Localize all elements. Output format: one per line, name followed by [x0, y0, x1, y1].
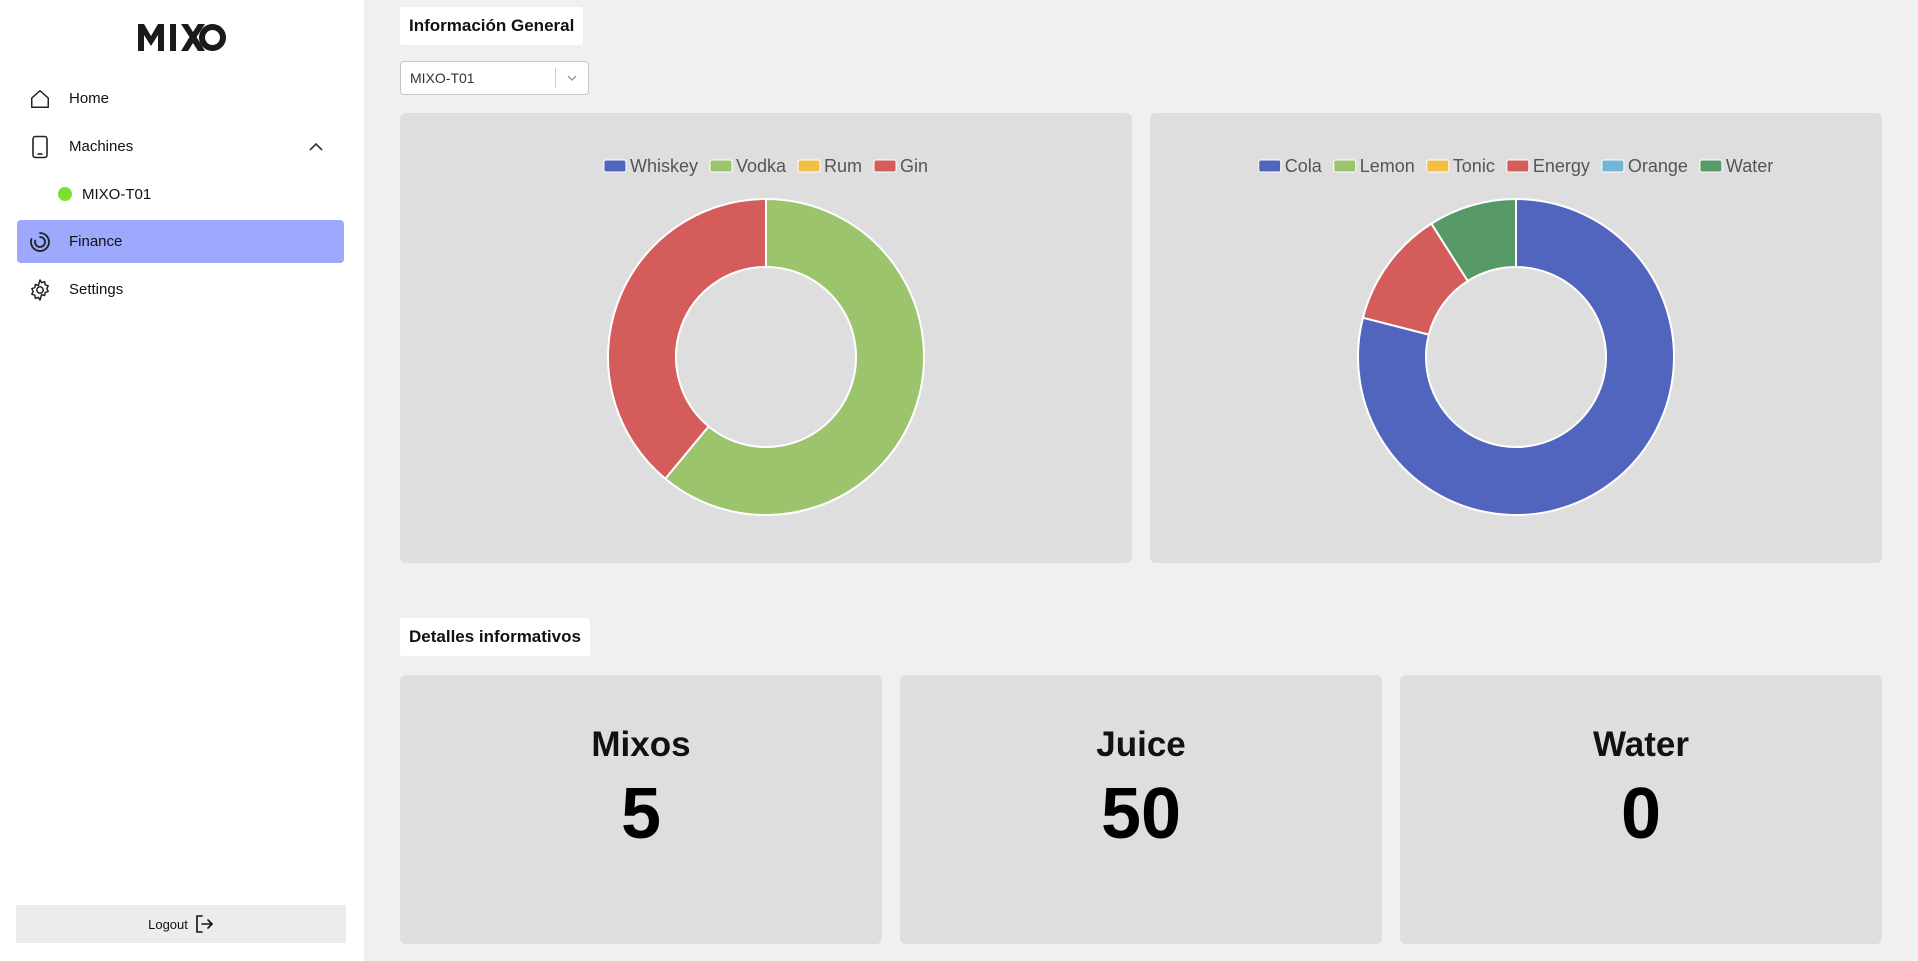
spiral-icon — [27, 229, 53, 255]
stat-card-water: Water 0 — [1400, 675, 1882, 944]
section-title-general: Información General — [400, 7, 584, 45]
legend-swatch-whiskey — [603, 159, 627, 173]
sidebar-machine-mixo-t01[interactable]: MIXO-T01 — [58, 182, 151, 206]
legend-label-rum: Rum — [824, 156, 862, 176]
logout-label: Logout — [148, 916, 188, 932]
sidebar-item-finance[interactable]: Finance — [17, 220, 344, 263]
legend-label-tonic: Tonic — [1453, 156, 1495, 176]
section-title-details: Detalles informativos — [400, 618, 590, 656]
machine-select-value: MIXO-T01 — [410, 70, 475, 86]
sidebar-item-settings[interactable]: Settings — [17, 268, 344, 311]
legend-label-whiskey: Whiskey — [630, 156, 698, 176]
machine-label: MIXO-T01 — [82, 185, 152, 203]
legend-swatch-rum — [797, 159, 821, 173]
legend-swatch-orange — [1601, 159, 1625, 173]
legend-swatch-lemon — [1333, 159, 1357, 173]
chart-legend: Whiskey Vodka Rum Gin — [603, 156, 928, 176]
stat-label: Juice — [1096, 725, 1186, 764]
home-icon — [27, 86, 53, 112]
legend-swatch-vodka — [709, 159, 733, 173]
legend-label-gin: Gin — [900, 156, 928, 176]
stat-value: 50 — [1100, 774, 1182, 854]
legend-swatch-water — [1699, 159, 1723, 173]
sidebar-item-label: Settings — [69, 281, 124, 298]
legend-label-water: Water — [1726, 156, 1773, 176]
legend-swatch-gin — [873, 159, 897, 173]
tablet-icon — [27, 134, 53, 160]
gear-icon — [27, 277, 53, 303]
legend-swatch-cola — [1258, 159, 1282, 173]
spirits-doughnut-chart: Whiskey Vodka Rum Gin — [603, 156, 928, 516]
stat-value: 5 — [620, 774, 662, 854]
stat-value: 0 — [1620, 774, 1662, 854]
stat-card-juice: Juice 50 — [900, 675, 1382, 944]
sidebar: Home Machines MIXO-T01 Finance Settings … — [0, 0, 364, 961]
stat-label: Mixos — [591, 725, 691, 764]
legend-label-orange: Orange — [1628, 156, 1688, 176]
mixo-logo — [138, 24, 226, 51]
machine-select[interactable]: MIXO-T01 — [400, 61, 589, 95]
chart-card-mixers: Cola Lemon Tonic Energy Orange Water — [1150, 113, 1882, 563]
status-dot — [58, 187, 72, 201]
stat-card-mixos: Mixos 5 — [400, 675, 882, 944]
sidebar-item-machines[interactable]: Machines — [17, 125, 344, 168]
legend-label-vodka: Vodka — [736, 156, 787, 176]
sidebar-item-label: Machines — [69, 138, 134, 155]
sidebar-item-label: Finance — [69, 233, 123, 250]
chart-card-spirits: Whiskey Vodka Rum Gin — [400, 113, 1132, 563]
legend-swatch-tonic — [1426, 159, 1450, 173]
chevron-down-icon[interactable] — [556, 62, 588, 94]
legend-label-lemon: Lemon — [1360, 156, 1415, 176]
slice-gin[interactable] — [607, 198, 767, 480]
legend-swatch-energy — [1506, 159, 1530, 173]
legend-label-cola: Cola — [1285, 156, 1323, 176]
legend-label-energy: Energy — [1533, 156, 1590, 176]
chevron-up-icon[interactable] — [308, 139, 324, 155]
logout-button[interactable]: Logout — [16, 905, 346, 943]
stat-label: Water — [1593, 725, 1689, 764]
sidebar-item-label: Home — [69, 90, 110, 107]
sidebar-item-home[interactable]: Home — [17, 77, 344, 120]
mixers-doughnut-chart: Cola Lemon Tonic Energy Orange Water — [1258, 156, 1773, 516]
chart-legend: Cola Lemon Tonic Energy Orange Water — [1258, 156, 1773, 176]
logout-icon — [196, 915, 213, 933]
